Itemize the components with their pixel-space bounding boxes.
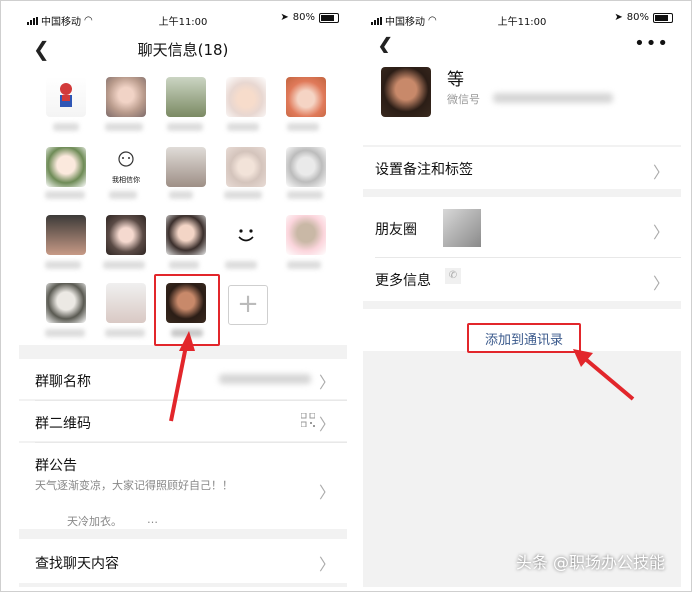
member-avatar[interactable] [226, 77, 266, 117]
chevron-right-icon: 〉 [652, 274, 669, 293]
member-name [103, 261, 145, 269]
qr-code-icon [301, 413, 315, 427]
member-avatar[interactable] [46, 77, 86, 117]
chevron-right-icon: 〉 [652, 223, 669, 242]
member-name [287, 261, 321, 269]
qr-code-label: 群二维码 [35, 416, 91, 432]
group-name-label: 群聊名称 [35, 374, 91, 390]
more-info-label: 更多信息 [375, 273, 431, 289]
pointer-arrow [573, 349, 635, 401]
member-name [287, 123, 319, 131]
member-avatar[interactable] [106, 283, 146, 323]
chevron-right-icon: 〉 [318, 555, 335, 574]
status-bar: 中国移动 ◠ 上午11:00 ➤ 80% [363, 5, 681, 31]
battery-percent: 80% [626, 12, 649, 23]
member-name [287, 191, 323, 199]
member-avatar[interactable] [106, 215, 146, 255]
smiley-icon [238, 229, 254, 242]
chevron-right-icon: 〉 [318, 373, 335, 392]
avatar-caption: 我相信你 [112, 176, 140, 184]
nav-bar: ❮ ••• [363, 31, 681, 57]
location-icon: ➤ [614, 12, 623, 23]
member-name [224, 191, 262, 199]
chevron-right-icon: 〉 [652, 163, 669, 182]
member-avatar[interactable] [46, 147, 86, 187]
member-avatar[interactable] [166, 77, 206, 117]
chevron-right-icon: 〉 [318, 483, 335, 502]
member-name [45, 191, 85, 199]
battery-icon [319, 12, 339, 23]
member-avatar[interactable] [286, 147, 326, 187]
more-icon[interactable]: ••• [634, 33, 669, 54]
add-contact-label: 添加到通讯录 [484, 333, 563, 348]
announcement-text-2: 天冷加衣。 [67, 515, 122, 528]
moments-row[interactable]: 朋友圈 〉 [363, 197, 681, 257]
add-member-button[interactable]: + [228, 285, 268, 325]
member-avatar[interactable] [226, 147, 266, 187]
battery-percent: 80% [292, 12, 315, 23]
member-name [53, 123, 79, 131]
member-name [167, 123, 203, 131]
member-name [45, 261, 81, 269]
announcement-row[interactable]: 群公告 天气逐渐变凉，大家记得照顾好自己！！ 天冷加衣。 … 〉 [19, 443, 347, 529]
member-name [45, 329, 85, 337]
search-chat-row[interactable]: 查找聊天内容 〉 [19, 539, 347, 583]
watermark: 头条 @职场办公技能 [515, 553, 665, 572]
member-name [105, 329, 145, 337]
status-bar: 中国移动 ◠ 上午11:00 ➤ 80% [19, 5, 347, 31]
profile-card: 等 微信号 [363, 53, 681, 145]
profile-name: 等 [447, 70, 464, 90]
member-avatar[interactable] [226, 215, 266, 255]
phone-icon: ✆ [445, 268, 461, 284]
member-avatar[interactable] [286, 215, 326, 255]
member-grid: 我相信你 + [19, 67, 347, 346]
profile-avatar[interactable] [381, 67, 431, 117]
member-avatar[interactable] [166, 215, 206, 255]
page-title: 聊天信息(18) [137, 41, 229, 59]
wechat-id-label: 微信号 [447, 93, 480, 106]
moments-thumbnail [443, 209, 481, 247]
info-group: 朋友圈 〉 更多信息 ✆ 〉 [363, 197, 681, 301]
chat-info-screen: 中国移动 ◠ 上午11:00 ➤ 80% ❮ 聊天信息(18) 我相信你 + 群… [19, 5, 347, 587]
moments-label: 朋友圈 [375, 222, 417, 238]
screenshot-frame: 中国移动 ◠ 上午11:00 ➤ 80% ❮ 聊天信息(18) 我相信你 + 群… [0, 0, 692, 592]
pointer-arrow [169, 331, 195, 422]
nav-bar: ❮ 聊天信息(18) [19, 31, 347, 67]
member-avatar[interactable] [46, 283, 86, 323]
member-name [169, 261, 199, 269]
wechat-id-value [493, 93, 613, 103]
announcement-text: 天气逐渐变凉，大家记得照顾好自己！！ [35, 479, 233, 492]
member-avatar[interactable] [166, 147, 206, 187]
member-avatar[interactable]: 我相信你 [106, 147, 146, 187]
remark-label: 设置备注和标签 [375, 162, 473, 178]
member-avatar[interactable] [286, 77, 326, 117]
remark-row[interactable]: 设置备注和标签 〉 [363, 147, 681, 189]
spiderman-icon [60, 83, 72, 107]
battery-icon [653, 12, 673, 23]
chevron-right-icon: 〉 [318, 415, 335, 434]
member-name [225, 261, 257, 269]
profile-screen: 中国移动 ◠ 上午11:00 ➤ 80% ❮ ••• 等 微信号 设置备注和标签… [363, 5, 681, 587]
announcement-ellipsis: … [147, 513, 158, 526]
member-avatar[interactable] [106, 77, 146, 117]
member-name [227, 123, 259, 131]
more-info-row[interactable]: 更多信息 ✆ 〉 [363, 258, 681, 300]
cartoon-figure-icon [118, 151, 134, 167]
add-contact-button[interactable]: 添加到通讯录 [467, 323, 581, 353]
search-chat-label: 查找聊天内容 [35, 556, 119, 572]
member-name [109, 191, 137, 199]
member-avatar[interactable] [46, 215, 86, 255]
member-name [105, 123, 143, 131]
member-name [169, 191, 193, 199]
group-name-value [219, 374, 311, 384]
announcement-label: 群公告 [35, 458, 77, 474]
location-icon: ➤ [280, 12, 289, 23]
